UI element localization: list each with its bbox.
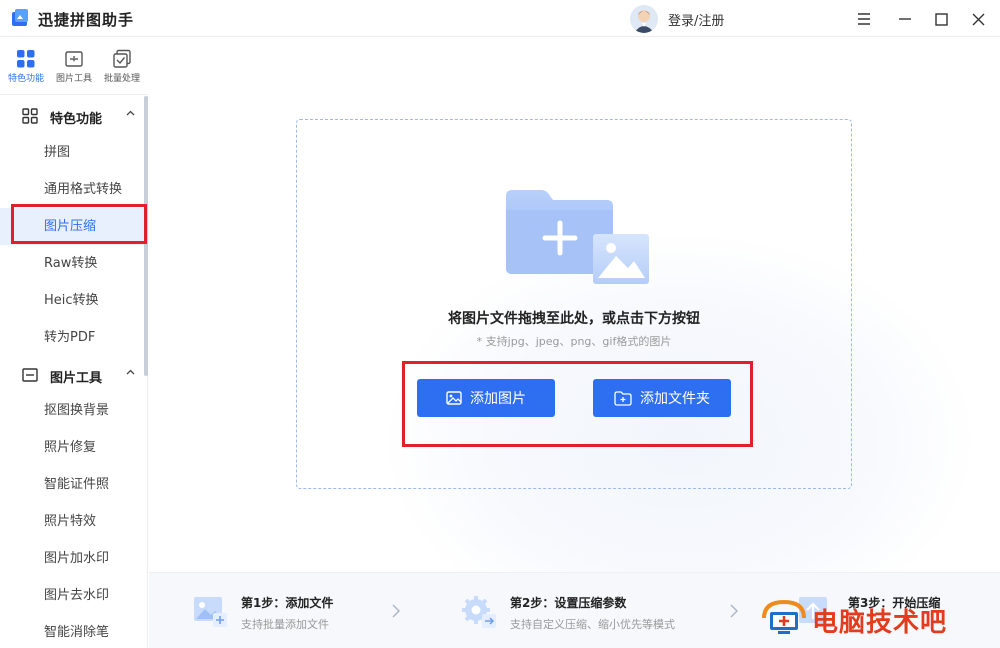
folder-add-image-icon (506, 190, 649, 284)
image-tool-icon (22, 368, 38, 382)
watermark: 电脑技术吧 (760, 598, 996, 642)
maximize-icon[interactable] (930, 8, 952, 30)
drop-zone-title: 将图片文件拖拽至此处，或点击下方按钮 (448, 311, 700, 327)
sidebar-item-format-convert[interactable]: 通用格式转换 (0, 171, 144, 208)
step-1-desc: 支持批量添加文件 (241, 618, 329, 631)
tab-featured[interactable]: 特色功能 (2, 49, 50, 84)
sidebar-item-photo-repair[interactable]: 照片修复 (0, 429, 144, 466)
step-1-title: 第1步：添加文件 (241, 596, 334, 610)
add-file-step-icon (194, 597, 227, 627)
settings-step-icon (462, 596, 496, 628)
close-icon[interactable] (967, 8, 989, 30)
title-bar: 迅捷拼图助手 登录/注册 (0, 0, 1000, 37)
app-logo-icon (12, 9, 28, 26)
watermark-text: 电脑技术吧 (812, 608, 948, 638)
sidebar-item-photo-effects[interactable]: 照片特效 (0, 503, 144, 540)
sidebar-item-to-pdf[interactable]: 转为PDF (0, 319, 144, 356)
tab-batch[interactable]: 批量处理 (98, 49, 146, 84)
minimize-icon[interactable] (894, 8, 916, 30)
sidebar-item-add-watermark[interactable]: 图片加水印 (0, 540, 144, 577)
top-icon-tabs: 特色功能 图片工具 批量处理 (0, 37, 148, 95)
menu-icon[interactable] (853, 8, 875, 30)
sidebar: 特色功能 拼图 通用格式转换 图片压缩 Raw转换 Heic转换 转为PDF 图… (0, 96, 148, 648)
step-2-desc: 支持自定义压缩、缩小优先等模式 (510, 618, 675, 631)
chevron-right-icon (392, 604, 400, 618)
tab-batch-label: 批量处理 (103, 74, 140, 84)
sidebar-group-featured-label: 特色功能 (50, 112, 103, 127)
sidebar-group-featured[interactable]: 特色功能 (0, 98, 144, 134)
highlight-box-buttons (402, 361, 753, 447)
sidebar-item-id-photo[interactable]: 智能证件照 (0, 466, 144, 503)
chevron-right-icon (730, 604, 738, 618)
step-2-title: 第2步：设置压缩参数 (510, 596, 627, 610)
sidebar-item-raw-convert[interactable]: Raw转换 (0, 245, 144, 282)
sidebar-group-image-tools[interactable]: 图片工具 (0, 357, 144, 393)
computer-logo-icon (762, 599, 806, 634)
grid-outline-icon (22, 108, 38, 124)
app-title: 迅捷拼图助手 (38, 11, 135, 29)
tab-featured-label: 特色功能 (7, 74, 44, 84)
highlight-box-sidebar (11, 204, 147, 244)
drop-zone-subtitle: * 支持jpg、jpeg、png、gif格式的图片 (476, 335, 672, 348)
tab-image-tools-label: 图片工具 (55, 74, 92, 84)
sidebar-item-remove-watermark[interactable]: 图片去水印 (0, 577, 144, 614)
batch-icon (113, 49, 131, 68)
sidebar-item-heic-convert[interactable]: Heic转换 (0, 282, 144, 319)
sidebar-item-cutout-bg[interactable]: 抠图换背景 (0, 392, 144, 429)
avatar[interactable] (630, 5, 658, 33)
sidebar-item-smart-eraser[interactable]: 智能消除笔 (0, 614, 144, 648)
grid-icon (17, 50, 35, 68)
sidebar-group-image-tools-label: 图片工具 (50, 371, 103, 386)
sidebar-item-collage[interactable]: 拼图 (0, 134, 144, 171)
image-tool-icon (65, 51, 83, 67)
login-register-link[interactable]: 登录/注册 (668, 10, 724, 29)
tab-image-tools[interactable]: 图片工具 (50, 49, 98, 84)
chevron-up-icon (126, 110, 135, 116)
chevron-up-icon (126, 369, 135, 375)
